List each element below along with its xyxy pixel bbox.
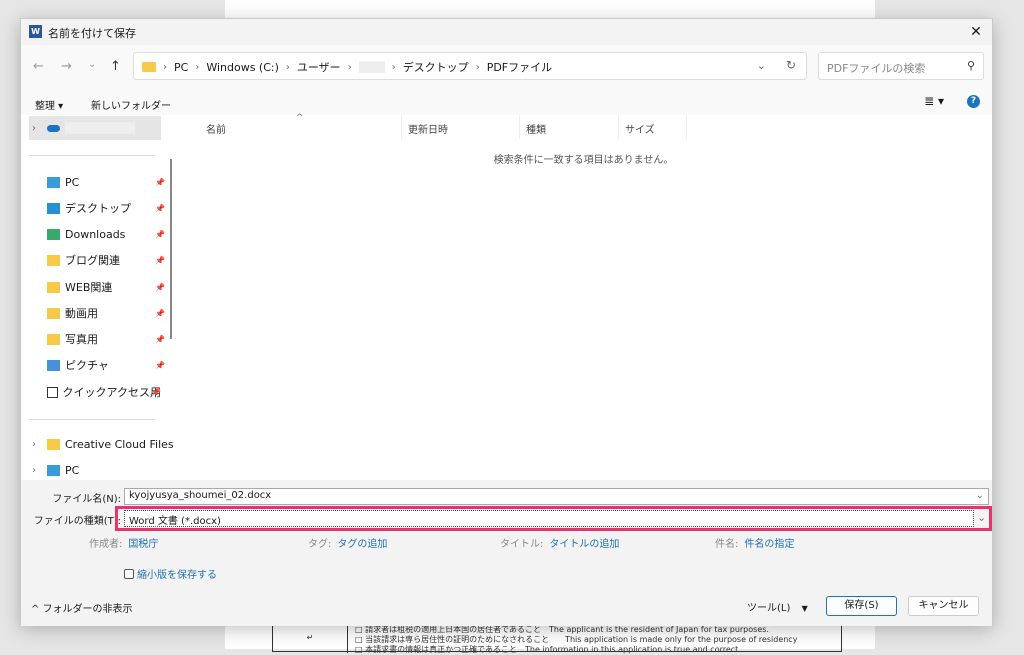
filename-label: ファイル名(N): <box>52 494 121 505</box>
desktop-icon <box>47 202 60 214</box>
pin-icon: 📌 <box>155 308 165 318</box>
downloads-icon <box>47 228 60 240</box>
doc-line: □ 本請求書の情報は真正かつ正確であること The information in… <box>355 645 741 654</box>
save-form: ファイル名(N): kyojyusya_shoumei_02.docx ⌄ ファイ… <box>21 480 992 590</box>
onedrive-icon <box>47 124 60 132</box>
sidebar-item-pc-root[interactable]: › PC <box>29 458 161 482</box>
cancel-button[interactable]: キャンセル <box>908 596 979 616</box>
column-size[interactable]: サイズ <box>625 121 655 136</box>
pin-icon: 📌 <box>155 282 165 292</box>
folder-icon <box>47 307 60 319</box>
checkbox-icon[interactable] <box>124 568 134 579</box>
breadcrumb-drive[interactable]: Windows (C:) <box>206 61 279 74</box>
address-row: ← → ⌄ ↑ › PC › Windows (C:) › ユーザー › › デスクトッ… <box>21 45 992 89</box>
search-input[interactable]: PDFファイルの検索 ⚲ <box>818 52 984 80</box>
meta-subject: 件名: 件名の指定 <box>715 539 795 550</box>
navigation-pane: › PC 📌 デスクトップ 📌 Downloads 📌 ブログ関連 📌 WEB関連 📌 動… <box>21 115 174 482</box>
pc-icon <box>47 176 60 188</box>
sidebar-scrollbar[interactable] <box>170 159 172 339</box>
sidebar-item-pictures[interactable]: ピクチャ 📌 <box>29 353 165 377</box>
search-icon: ⚲ <box>966 59 975 72</box>
meta-title: タイトル: タイトルの追加 <box>500 539 620 550</box>
organize-button[interactable]: 整理 ▾ <box>35 97 63 112</box>
pictures-icon <box>47 359 60 371</box>
sidebar-item-desktop[interactable]: デスクトップ 📌 <box>29 196 165 220</box>
sidebar-item-downloads[interactable]: Downloads 📌 <box>29 222 165 246</box>
toolbar: 整理 ▾ 新しいフォルダー ≣ ▾ ? <box>21 89 992 115</box>
sidebar-item-label <box>65 122 135 134</box>
breadcrumb-user-redacted[interactable] <box>358 61 385 73</box>
dialog-title: 名前を付けて保存 <box>48 27 136 40</box>
empty-message: 検索条件に一致する項目はありません。 <box>493 155 674 166</box>
recent-locations-button[interactable]: ⌄ <box>88 59 96 70</box>
pin-icon: 📌 <box>155 203 165 213</box>
meta-author: 作成者: 国税庁 <box>89 539 159 550</box>
filetype-label: ファイルの種類(T): <box>33 516 121 527</box>
hide-folders-button[interactable]: ^ フォルダーの非表示 <box>31 600 133 615</box>
chevron-up-icon: ^ <box>31 604 43 615</box>
new-folder-button[interactable]: 新しいフォルダー <box>91 97 171 112</box>
folder-icon <box>142 62 156 72</box>
folder-icon <box>47 281 60 293</box>
address-bar[interactable]: › PC › Windows (C:) › ユーザー › › デスクトップ › PDFファ… <box>133 52 807 80</box>
background-document-table: ↵ □ 請求者は租税の適用上日本国の居住者であること The applicant… <box>272 622 842 654</box>
save-as-dialog: W 名前を付けて保存 ✕ ← → ⌄ ↑ › PC › Windows (C:) ›… <box>20 18 993 626</box>
sort-arrow-icon: ^ <box>296 113 304 123</box>
tools-dropdown-icon: ▼ <box>801 604 808 613</box>
search-placeholder: PDFファイルの検索 <box>827 62 926 75</box>
title-bar: W 名前を付けて保存 ✕ <box>21 19 992 45</box>
meta-tags: タグ: タグの追加 <box>308 539 388 550</box>
dialog-footer: ^ フォルダーの非表示 ツール(L) ▼ 保存(S) キャンセル <box>21 590 992 626</box>
address-dropdown-icon[interactable]: ⌄ <box>757 59 766 72</box>
save-button[interactable]: 保存(S) <box>826 596 897 616</box>
folder-icon <box>47 438 60 450</box>
breadcrumb-desktop[interactable]: デスクトップ <box>403 59 469 75</box>
breadcrumb-users[interactable]: ユーザー <box>297 59 341 75</box>
pin-icon: 📌 <box>155 229 165 239</box>
back-button[interactable]: ← <box>33 59 44 74</box>
folder-icon <box>47 254 60 266</box>
pin-icon: 📌 <box>155 255 165 265</box>
pin-icon: 📌 <box>155 334 165 344</box>
help-icon[interactable]: ? <box>967 95 980 108</box>
tools-button[interactable]: ツール(L) ▼ <box>747 599 808 614</box>
quick-access-icon <box>47 386 58 398</box>
highlight-box <box>115 506 992 531</box>
pin-icon: 📌 <box>151 387 161 397</box>
refresh-icon[interactable]: ↻ <box>786 58 796 72</box>
folder-icon <box>47 333 60 345</box>
sidebar-item-quick-access[interactable]: クイックアクセス用 📌 <box>29 380 161 404</box>
forward-button[interactable]: → <box>61 59 72 74</box>
pin-icon: 📌 <box>155 177 165 187</box>
column-modified[interactable]: 更新日時 <box>408 121 448 136</box>
up-button[interactable]: ↑ <box>110 59 121 74</box>
file-list: ^ 名前 更新日時 種類 サイズ 検索条件に一致する項目はありません。 <box>176 113 991 480</box>
sidebar-item-blog[interactable]: ブログ関連 📌 <box>29 248 165 272</box>
sidebar-item-creative-cloud[interactable]: › Creative Cloud Files <box>29 432 179 456</box>
sidebar-item-onedrive[interactable]: › <box>29 116 161 140</box>
view-options-icon[interactable]: ≣ ▾ <box>924 94 944 108</box>
save-thumbnail-checkbox[interactable]: 縮小版を保存する <box>124 566 217 581</box>
sidebar-item-photo[interactable]: 写真用 📌 <box>29 327 165 351</box>
filename-input[interactable]: kyojyusya_shoumei_02.docx ⌄ <box>124 488 989 505</box>
column-type[interactable]: 種類 <box>526 121 546 136</box>
breadcrumb-pc[interactable]: PC <box>174 61 188 74</box>
close-button[interactable]: ✕ <box>966 22 986 42</box>
pc-icon <box>47 464 60 476</box>
breadcrumb-pdf-folder[interactable]: PDFファイル <box>487 59 552 75</box>
sidebar-item-video[interactable]: 動画用 📌 <box>29 301 165 325</box>
sidebar-item-pc[interactable]: PC 📌 <box>29 170 165 194</box>
sidebar-item-web[interactable]: WEB関連 📌 <box>29 275 165 299</box>
pin-icon: 📌 <box>155 360 165 370</box>
word-icon: W <box>29 25 42 38</box>
column-name[interactable]: 名前 <box>206 121 226 136</box>
